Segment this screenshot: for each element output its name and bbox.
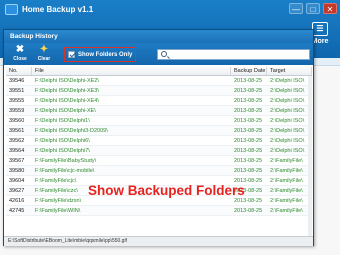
cell-backup-date: 2013-08-25	[234, 98, 263, 104]
cell-no: 39555	[9, 98, 25, 104]
cell-file: F:\FamilyFile\cjc-mobile\	[35, 168, 95, 174]
cell-file: F:\Delphi ISO\Delphi3-D2009\	[35, 128, 108, 134]
vertical-scrollbar[interactable]	[308, 76, 312, 236]
app-title: Home Backup v1.1	[22, 5, 94, 14]
clear-label: Clear	[37, 56, 51, 62]
cell-target: 2:\FamilyFile\	[270, 178, 303, 184]
dialog-title: Backup History	[4, 30, 313, 43]
column-header-target[interactable]: Target	[267, 67, 312, 75]
cell-file: F:\Delphi ISO\Delphi7\	[35, 148, 90, 154]
app-icon	[5, 4, 18, 15]
table-row[interactable]: 39555 F:\Delphi ISO\Delphi-XE4\ 2013-08-25…	[6, 96, 312, 106]
minimize-button[interactable]: —	[289, 3, 303, 14]
cell-no: 42745	[9, 208, 25, 214]
cell-no: 39551	[9, 88, 25, 94]
cell-target: 2:\Delphi ISO\	[270, 118, 305, 124]
history-table: No. File Backup Date Target 39546 F:\Delp…	[6, 67, 312, 236]
cell-target: 2:\Delphi ISO\	[270, 108, 305, 114]
cell-target: 2:\FamilyFile\	[270, 208, 303, 214]
close-icon: ✖	[15, 44, 25, 55]
cell-target: 2:\FamilyFile\	[270, 168, 303, 174]
cell-target: 2:\Delphi ISO\	[270, 128, 305, 134]
show-folders-only-toggle[interactable]: Show Folders Only	[64, 47, 137, 62]
cell-no: 39564	[9, 148, 25, 154]
table-row[interactable]: 39551 F:\Delphi ISO\Delphi-XE3\ 2013-08-25…	[6, 86, 312, 96]
table-row[interactable]: 39564 F:\Delphi ISO\Delphi7\ 2013-08-25 2:\…	[6, 146, 312, 156]
cell-backup-date: 2013-08-25	[234, 148, 263, 154]
close-window-button[interactable]: ✕	[323, 3, 337, 14]
cell-target: 2:\Delphi ISO\	[270, 98, 305, 104]
table-row[interactable]: 42745 F:\FamilyFile\WIN\ 2013-08-25 2:\Fami…	[6, 206, 312, 216]
cell-backup-date: 2013-08-25	[234, 88, 263, 94]
cell-backup-date: 2013-08-25	[234, 138, 263, 144]
cell-target: 2:\FamilyFile\	[270, 188, 303, 194]
table-row[interactable]: 39580 F:\FamilyFile\cjc-mobile\ 2013-08-25…	[6, 166, 312, 176]
show-folders-only-label: Show Folders Only	[78, 51, 133, 58]
cell-backup-date: 2013-08-25	[234, 208, 263, 214]
cell-no: 42616	[9, 198, 25, 204]
cell-backup-date: 2013-08-25	[234, 128, 263, 134]
cell-file: F:\FamilyFile\WIN\	[35, 208, 81, 214]
cell-no: 39546	[9, 78, 25, 84]
cell-no: 39567	[9, 158, 25, 164]
cell-backup-date: 2013-08-25	[234, 118, 263, 124]
cell-backup-date: 2013-08-25	[234, 158, 263, 164]
cell-no: 39562	[9, 138, 25, 144]
table-row[interactable]: 39559 F:\Delphi ISO\Delphi-XE\ 2013-08-25 2…	[6, 106, 312, 116]
cell-file: F:\Delphi ISO\Delphi-XE3\	[35, 88, 99, 94]
cell-file: F:\Delphi ISO\Delphi6\	[35, 138, 90, 144]
cell-backup-date: 2013-08-25	[234, 108, 263, 114]
cell-no: 39561	[9, 128, 25, 134]
window-controls: — □ ✕	[289, 3, 337, 14]
search-input[interactable]	[157, 49, 310, 60]
search-icon	[161, 51, 167, 57]
table-row[interactable]: 39561 F:\Delphi ISO\Delphi3-D2009\ 2013-08…	[6, 126, 312, 136]
table-header: No. File Backup Date Target	[6, 67, 312, 76]
cell-file: F:\Delphi ISO\Delphi1\	[35, 118, 90, 124]
more-label: More	[311, 38, 329, 45]
cell-no: 39604	[9, 178, 25, 184]
maximize-button[interactable]: □	[306, 3, 320, 14]
close-label: Close	[13, 56, 27, 62]
column-header-file[interactable]: File	[32, 67, 231, 75]
show-folders-only-checkbox[interactable]	[68, 51, 75, 58]
cell-no: 39627	[9, 188, 25, 194]
table-row[interactable]: 39546 F:\Delphi ISO\Delphi-XE2\ 2013-08-25…	[6, 76, 312, 86]
backup-history-dialog: Backup History ✖ Close ✦ Clear Show Fold…	[3, 29, 314, 246]
column-header-backup-date[interactable]: Backup Date	[231, 67, 267, 75]
close-button[interactable]: ✖ Close	[9, 44, 31, 62]
clear-button[interactable]: ✦ Clear	[33, 44, 55, 62]
cell-no: 39560	[9, 118, 25, 124]
cell-target: 2:\Delphi ISO\	[270, 88, 305, 94]
cell-file: F:\FamilyFile\BabyStudy\	[35, 158, 97, 164]
table-row[interactable]: 39567 F:\FamilyFile\BabyStudy\ 2013-08-25 2…	[6, 156, 312, 166]
dialog-toolbar: ✖ Close ✦ Clear Show Folders Only	[4, 43, 313, 65]
status-bar: E:\SoftDistribute\EBoom_Lite\mbie\qqsmil…	[4, 236, 313, 246]
cell-no: 39580	[9, 168, 25, 174]
table-row[interactable]: 39560 F:\Delphi ISO\Delphi1\ 2013-08-25 2:\…	[6, 116, 312, 126]
cell-target: 2:\Delphi ISO\	[270, 148, 305, 154]
cell-target: 2:\Delphi ISO\	[270, 78, 305, 84]
overlay-caption: Show Backuped Folders	[88, 183, 245, 198]
cell-target: 2:\FamilyFile\	[270, 158, 303, 164]
cell-target: 2:\Delphi ISO\	[270, 138, 305, 144]
column-header-no[interactable]: No.	[6, 67, 32, 75]
broom-icon: ✦	[39, 44, 49, 55]
more-icon: ☰	[312, 22, 328, 36]
cell-file: F:\Delphi ISO\Delphi-XE\	[35, 108, 96, 114]
cell-file: F:\Delphi ISO\Delphi-XE2\	[35, 78, 99, 84]
cell-no: 39559	[9, 108, 25, 114]
cell-backup-date: 2013-08-25	[234, 78, 263, 84]
cell-target: 2:\FamilyFile\	[270, 198, 303, 204]
cell-file: F:\Delphi ISO\Delphi-XE4\	[35, 98, 99, 104]
table-row[interactable]: 39562 F:\Delphi ISO\Delphi6\ 2013-08-25 2:\…	[6, 136, 312, 146]
cell-backup-date: 2013-08-25	[234, 168, 263, 174]
